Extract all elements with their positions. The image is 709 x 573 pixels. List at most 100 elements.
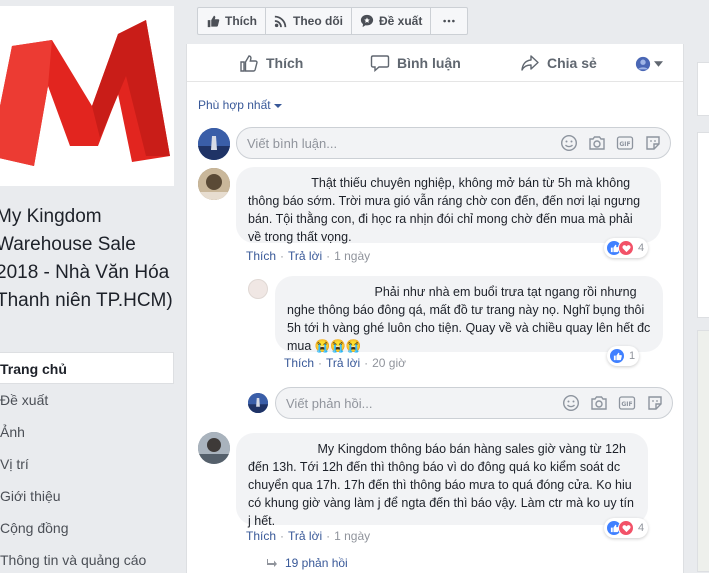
emoji-icon[interactable]: [560, 134, 578, 152]
comment-reply-link[interactable]: Trả lời: [288, 529, 322, 543]
nav-item-location[interactable]: Vị trí: [0, 448, 174, 480]
meta-separator: ·: [280, 529, 285, 543]
comment-bubble: My Kingdom thông báo bán hàng sales giờ …: [236, 433, 648, 528]
composer-tools: GIF: [560, 134, 662, 152]
share-arrow-icon: [521, 55, 539, 71]
meta-separator: ·: [280, 249, 285, 263]
nav-item-home[interactable]: Trang chủ: [0, 352, 174, 384]
sticker-icon[interactable]: [646, 394, 664, 412]
nav-item-photos[interactable]: Ảnh: [0, 416, 174, 448]
comment-meta: Thích · Trả lời · 1 ngày: [246, 529, 370, 543]
thumbs-up-outline-icon: [240, 55, 258, 72]
post-comment-button[interactable]: Bình luận: [370, 54, 461, 72]
meta-separator: ·: [326, 529, 331, 543]
comment-like-link[interactable]: Thích: [246, 529, 276, 543]
thumbs-up-icon: [207, 15, 220, 28]
comment-icon: [370, 55, 390, 72]
reply-like-link[interactable]: Thích: [284, 356, 314, 370]
post-share-label: Chia sẻ: [547, 55, 597, 71]
suggest-button[interactable]: Đề xuất: [352, 8, 432, 34]
comment-input-placeholder: Viết bình luận...: [247, 135, 338, 151]
replier-avatar[interactable]: [248, 279, 268, 299]
post-like-label: Thích: [266, 55, 304, 71]
view-replies-link[interactable]: 19 phản hồi: [267, 556, 348, 570]
comment-sort-dropdown[interactable]: Phù hợp nhất: [198, 98, 282, 112]
nav-item-info-ads[interactable]: Thông tin và quảng cáo: [0, 544, 174, 573]
love-reaction-icon: [618, 520, 634, 536]
ellipsis-icon: [443, 19, 456, 23]
page-name[interactable]: My Kingdom Warehouse Sale 2018 - Nhà Văn…: [0, 203, 176, 315]
audience-selector[interactable]: [635, 56, 663, 72]
left-column: My Kingdom Warehouse Sale 2018 - Nhà Văn…: [0, 0, 186, 573]
right-card: [697, 62, 709, 116]
comment-input[interactable]: Viết bình luận... GIF: [236, 127, 671, 159]
reply-author-name[interactable]: [287, 286, 371, 296]
nav-item-about[interactable]: Giới thiệu: [0, 480, 174, 512]
reaction-count: 4: [638, 242, 645, 254]
suggest-label: Đề xuất: [379, 14, 423, 28]
reply-input[interactable]: Viết phản hồi... GIF: [275, 387, 673, 419]
comment-like-link[interactable]: Thích: [246, 249, 276, 263]
rss-icon: [274, 15, 287, 28]
post-share-button[interactable]: Chia sẻ: [520, 54, 597, 72]
chevron-down-icon: [654, 61, 663, 67]
comment-reply-link[interactable]: Trả lời: [288, 249, 322, 263]
meta-separator: ·: [318, 356, 323, 370]
user-photo-icon: [198, 128, 230, 160]
my-kingdom-logo-icon: [0, 20, 170, 166]
page-action-bar: Thích Theo dõi Đề xuất: [197, 7, 469, 35]
camera-icon[interactable]: [590, 394, 608, 412]
comment-timestamp[interactable]: 1 ngày: [334, 249, 370, 263]
reply-arrow-icon: [267, 559, 277, 567]
current-user-avatar-small[interactable]: [248, 393, 268, 413]
comment-timestamp[interactable]: 1 ngày: [334, 529, 370, 543]
reply-timestamp[interactable]: 20 giờ: [372, 356, 406, 370]
comment-sort-label: Phù hợp nhất: [198, 98, 271, 112]
comment-reactions[interactable]: 4: [604, 238, 649, 258]
reply-composer-tools: GIF: [562, 394, 664, 412]
post-like-button[interactable]: Thích: [239, 54, 303, 72]
commenter-avatar[interactable]: [198, 168, 230, 200]
view-replies-label: 19 phản hồi: [285, 556, 348, 570]
comment-meta: Thích · Trả lời · 1 ngày: [246, 249, 370, 263]
page-like-button[interactable]: Thích: [198, 8, 266, 34]
page-logo[interactable]: [0, 6, 174, 186]
reply-reactions[interactable]: 1: [607, 346, 640, 366]
comment-text: My Kingdom thông báo bán hàng sales giờ …: [248, 442, 634, 528]
comment-author-name[interactable]: [248, 177, 308, 187]
svg-text:GIF: GIF: [621, 401, 632, 408]
reaction-count: 1: [629, 350, 636, 362]
more-button[interactable]: [431, 8, 467, 34]
gif-icon[interactable]: GIF: [616, 134, 634, 152]
page-nav: Trang chủ Đề xuất Ảnh Vị trí Giới thiệu …: [0, 352, 174, 573]
reply-meta: Thích · Trả lời · 20 giờ: [284, 356, 406, 370]
user-photo-icon: [198, 168, 230, 200]
gif-icon[interactable]: GIF: [618, 394, 636, 412]
caret-down-icon: [273, 103, 282, 108]
user-photo-icon: [248, 393, 268, 413]
like-reaction-icon: [609, 348, 625, 364]
map-preview[interactable]: [697, 330, 709, 572]
reply-bubble: Phải như nhà em buổi trưa tạt ngang rồi …: [275, 276, 663, 353]
page-like-label: Thích: [225, 14, 257, 28]
commenter-avatar[interactable]: [198, 432, 230, 464]
emoji-icon[interactable]: [562, 394, 580, 412]
meta-separator: ·: [326, 249, 331, 263]
nav-item-community[interactable]: Cộng đồng: [0, 512, 174, 544]
post-reaction-bar: Thích Bình luận Chia sẻ: [187, 44, 683, 82]
post-comment-label: Bình luận: [397, 55, 461, 71]
meta-separator: ·: [364, 356, 369, 370]
user-photo-icon: [198, 432, 230, 464]
speech-bubble-icon: [360, 14, 374, 28]
globe-avatar-icon: [635, 56, 651, 72]
svg-text:GIF: GIF: [619, 141, 630, 148]
follow-button[interactable]: Theo dõi: [266, 8, 352, 34]
reply-reply-link[interactable]: Trả lời: [326, 356, 360, 370]
comment-author-name[interactable]: [248, 443, 314, 453]
camera-icon[interactable]: [588, 134, 606, 152]
reply-input-placeholder: Viết phản hồi...: [286, 395, 373, 411]
nav-item-suggest[interactable]: Đề xuất: [0, 384, 174, 416]
sticker-icon[interactable]: [644, 134, 662, 152]
comment-reactions[interactable]: 4: [604, 518, 649, 538]
current-user-avatar[interactable]: [198, 128, 230, 160]
